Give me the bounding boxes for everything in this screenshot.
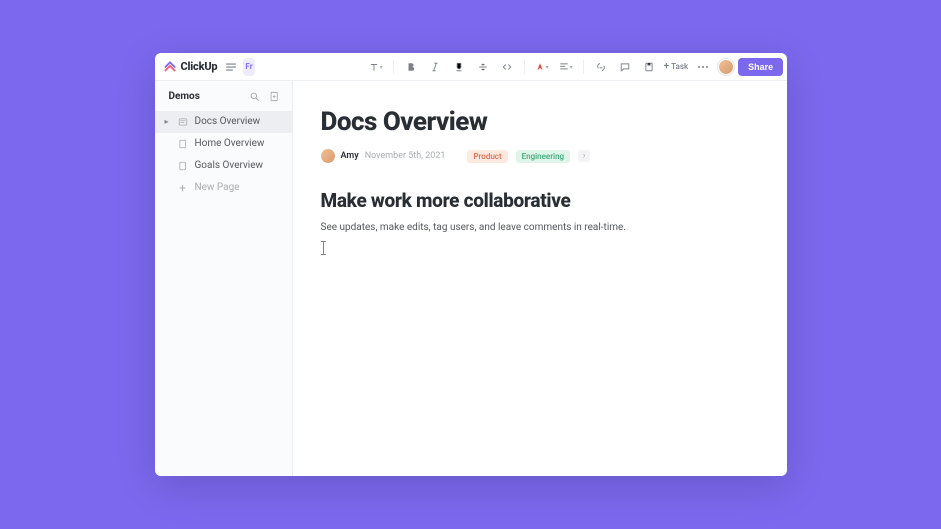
add-task-button[interactable]: +Task bbox=[664, 62, 689, 72]
add-tag-button[interactable]: › bbox=[578, 150, 590, 162]
align-dropdown[interactable]: ▾ bbox=[557, 58, 575, 76]
brand-name: ClickUp bbox=[181, 60, 218, 73]
text-cursor-icon bbox=[323, 241, 324, 255]
sidebar-item-docs-overview[interactable]: ▸ Docs Overview bbox=[155, 111, 292, 133]
attachment-button[interactable] bbox=[640, 58, 658, 76]
sidebar-page-list: ▸ Docs Overview ▸ Home Overview ▸ Goals … bbox=[155, 111, 292, 199]
sidebar-header: Demos bbox=[155, 81, 292, 111]
editor-toolbar: ▾ ▾ ▾ +Task bbox=[367, 58, 713, 76]
plus-icon: + bbox=[177, 182, 189, 194]
code-button[interactable] bbox=[498, 58, 516, 76]
clickup-logo-icon bbox=[163, 60, 177, 74]
brand-logo[interactable]: ClickUp bbox=[163, 60, 218, 74]
add-page-icon[interactable] bbox=[268, 89, 282, 103]
author-name: Amy bbox=[341, 151, 359, 161]
comment-button[interactable] bbox=[616, 58, 634, 76]
search-icon[interactable] bbox=[248, 89, 262, 103]
document-heading[interactable]: Make work more collaborative bbox=[321, 189, 727, 212]
sidebar-item-home-overview[interactable]: ▸ Home Overview bbox=[155, 133, 292, 155]
page-icon bbox=[177, 161, 189, 171]
document-title[interactable]: Docs Overview bbox=[321, 107, 727, 137]
sidebar: Demos ▸ Docs Overview ▸ Home Overview ▸ bbox=[155, 81, 293, 476]
tag-engineering[interactable]: Engineering bbox=[516, 150, 570, 163]
italic-button[interactable] bbox=[426, 58, 444, 76]
tag-product[interactable]: Product bbox=[467, 150, 507, 163]
more-button[interactable] bbox=[694, 58, 712, 76]
link-button[interactable] bbox=[592, 58, 610, 76]
strikethrough-button[interactable] bbox=[474, 58, 492, 76]
document-paragraph[interactable]: See updates, make edits, tag users, and … bbox=[321, 222, 727, 233]
author-avatar[interactable] bbox=[321, 149, 335, 163]
chevron-right-icon[interactable]: ▸ bbox=[163, 116, 171, 127]
sidebar-collapse-button[interactable]: Fr bbox=[243, 58, 254, 76]
page-icon bbox=[177, 117, 189, 127]
document-date: November 5th, 2021 bbox=[365, 151, 446, 161]
top-bar: ClickUp Fr ▾ ▾ ▾ bbox=[155, 53, 787, 81]
sidebar-title: Demos bbox=[169, 91, 242, 102]
underline-button[interactable] bbox=[450, 58, 468, 76]
user-avatar[interactable] bbox=[718, 59, 734, 75]
menu-toggle-icon[interactable] bbox=[225, 58, 237, 76]
bold-button[interactable] bbox=[402, 58, 420, 76]
share-button[interactable]: Share bbox=[738, 58, 783, 76]
app-window: ClickUp Fr ▾ ▾ ▾ bbox=[155, 53, 787, 476]
document-area[interactable]: Docs Overview Amy November 5th, 2021 Pro… bbox=[293, 81, 787, 476]
sidebar-new-page[interactable]: ▸ + New Page bbox=[155, 177, 292, 199]
top-bar-right: Share bbox=[718, 58, 786, 76]
text-style-dropdown[interactable]: ▾ bbox=[367, 58, 385, 76]
page-icon bbox=[177, 139, 189, 149]
sidebar-item-goals-overview[interactable]: ▸ Goals Overview bbox=[155, 155, 292, 177]
text-color-dropdown[interactable]: ▾ bbox=[533, 58, 551, 76]
document-meta: Amy November 5th, 2021 Product Engineeri… bbox=[321, 149, 727, 163]
